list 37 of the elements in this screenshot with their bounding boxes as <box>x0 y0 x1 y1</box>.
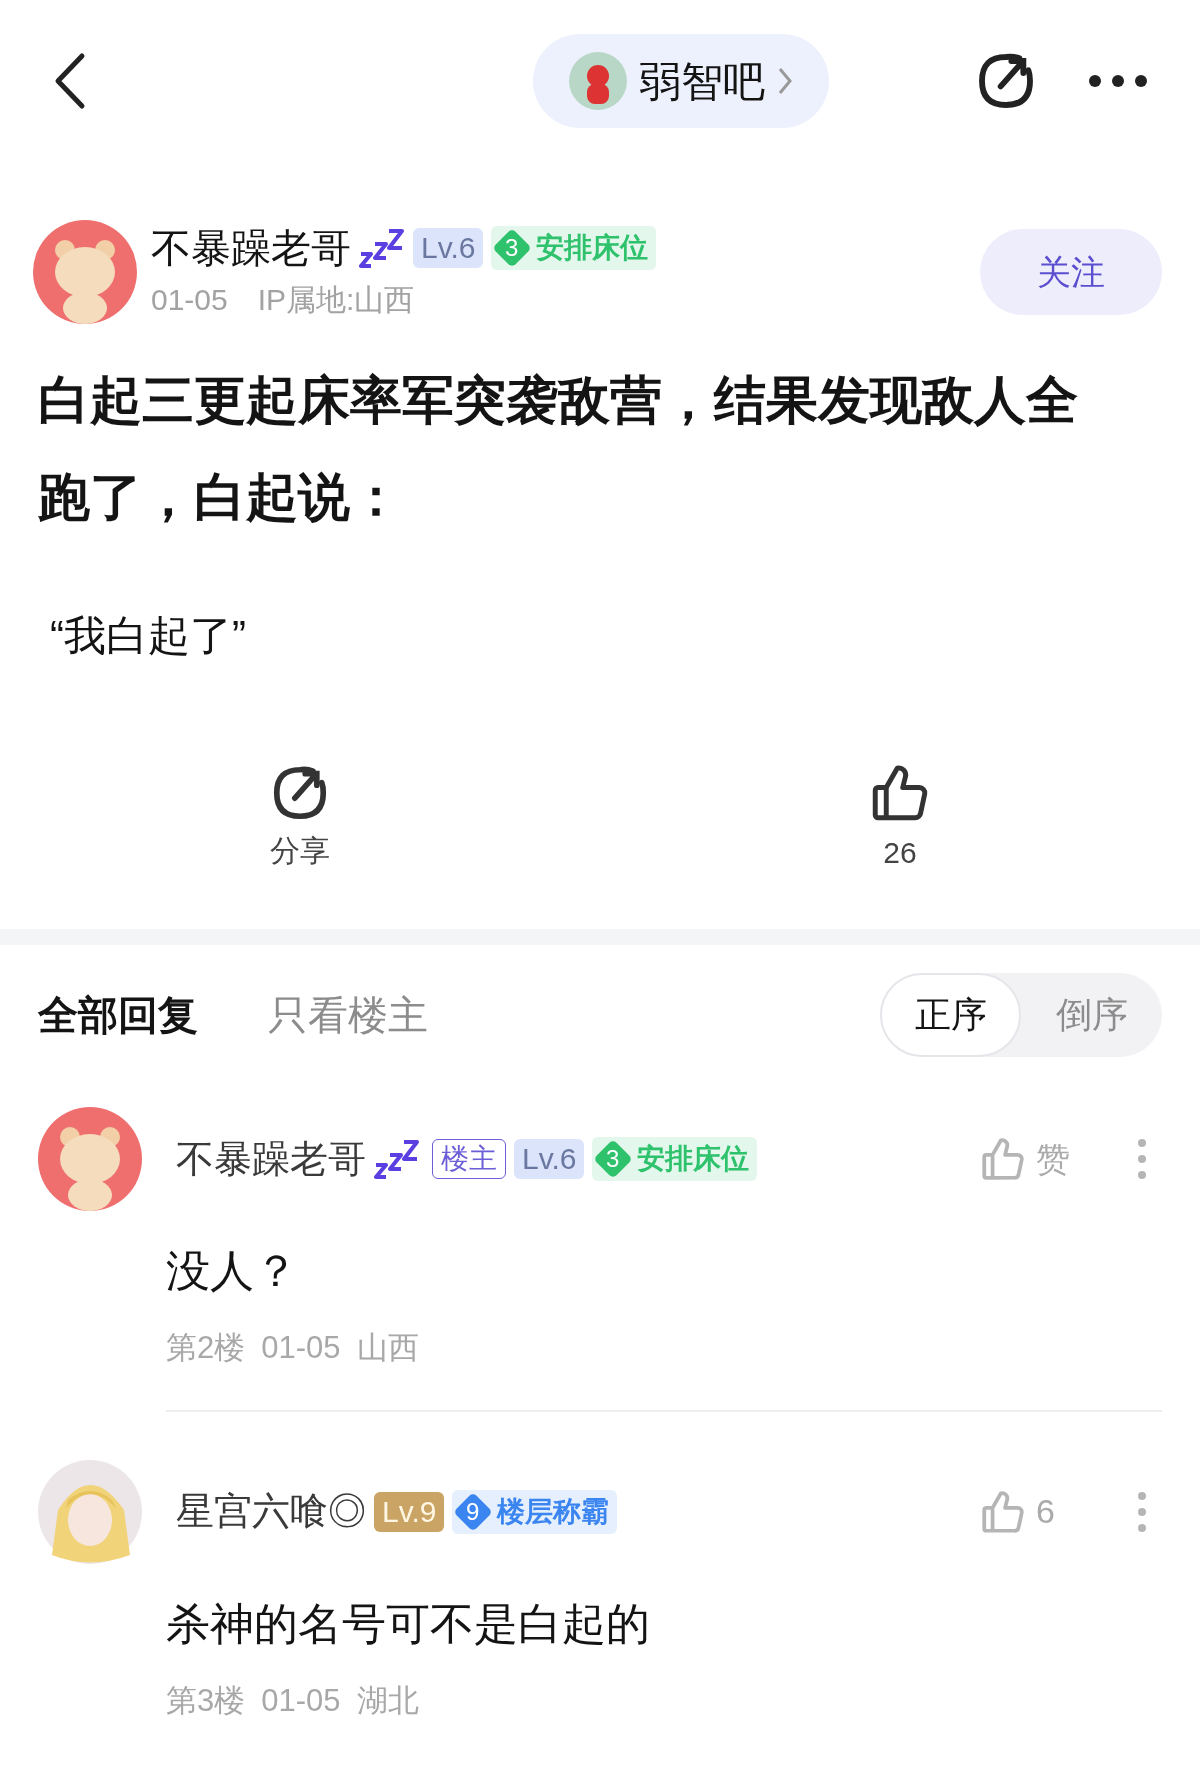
author-name[interactable]: 不暴躁老哥 <box>151 222 351 273</box>
more-icon[interactable] <box>1088 74 1148 88</box>
forum-button[interactable]: 弱智吧 <box>533 34 829 128</box>
ip-location: IP属地:山西 <box>257 281 415 318</box>
floor-number: 第3楼 <box>166 1681 246 1720</box>
level-badge: Lv.6 <box>413 227 484 268</box>
follow-button[interactable]: 关注 <box>980 229 1162 315</box>
commenter-name[interactable]: 不暴躁老哥 <box>176 1130 366 1188</box>
like-label: 赞 <box>1036 1138 1070 1180</box>
title-badge: 3 安排床位 <box>592 1137 758 1181</box>
sort-option[interactable]: 正序 <box>880 973 1021 1057</box>
like-label: 6 <box>1036 1491 1055 1532</box>
comment-location: 湖北 <box>356 1681 419 1720</box>
forum-logo-icon <box>569 52 627 110</box>
comment-text: 杀神的名号可不是白起的 <box>166 1597 651 1650</box>
reply-tab[interactable]: 全部回复 <box>38 985 198 1045</box>
sleep-icon <box>359 227 405 268</box>
comment-location: 山西 <box>356 1329 419 1367</box>
level-badge: Lv.9 <box>374 1491 445 1532</box>
op-badge: 楼主 <box>432 1139 506 1179</box>
like-count[interactable]: 26 <box>883 829 917 875</box>
comment-date: 01-05 <box>261 1681 341 1720</box>
level-badge: Lv.6 <box>514 1139 585 1179</box>
post-title: 白起三更起床率军突袭敌营，结果发现敌人全跑了，白起说： <box>37 370 1079 528</box>
comment-text: 没人？ <box>166 1245 299 1297</box>
title-badge: 3 安排床位 <box>491 225 657 270</box>
avatar-icon <box>33 220 137 324</box>
post-date: 01-05 <box>151 281 228 318</box>
avatar-icon <box>38 1107 142 1211</box>
post-body: “我白起了” <box>49 611 247 661</box>
chevron-right-icon <box>777 66 793 96</box>
share-label[interactable]: 分享 <box>270 827 330 873</box>
floor-number: 第2楼 <box>166 1329 246 1367</box>
commenter-name[interactable]: 星宫六喰◎ <box>176 1483 366 1540</box>
comment-date: 01-05 <box>261 1329 341 1367</box>
avatar-icon <box>38 1459 142 1564</box>
title-badge: 9 楼层称霸 <box>452 1489 618 1534</box>
